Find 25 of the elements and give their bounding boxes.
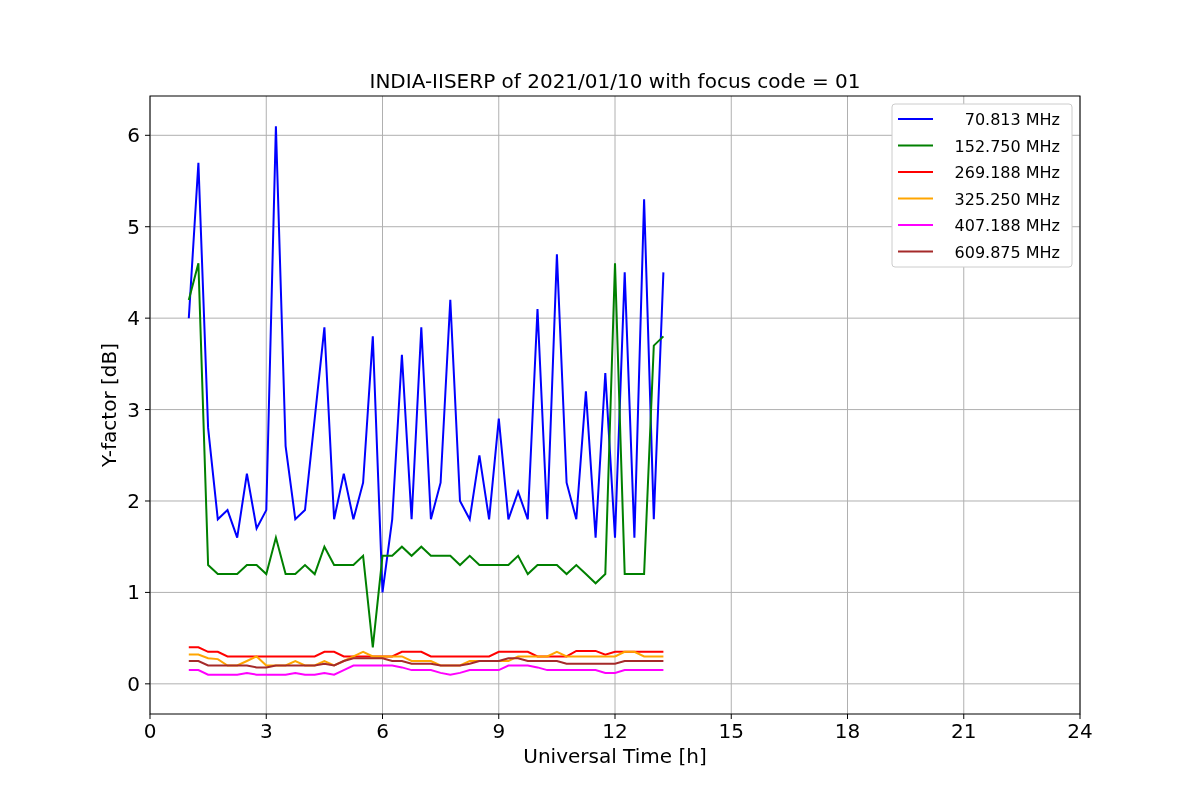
y-tick-label: 2 [127,489,140,513]
y-tick-label: 5 [127,214,140,239]
y-tick-label: 4 [127,306,140,331]
y-tick-label: 3 [127,397,140,422]
chart-title: INDIA-IISERP of 2021/01/10 with focus code = 01 [369,69,861,93]
y-tick-label: 6 [127,123,140,148]
y-tick-label: 0 [127,671,140,696]
legend-label: 407.188 MHz [954,216,1060,235]
legend-label: 269.188 MHz [954,163,1060,182]
x-tick-label: 9 [492,719,506,743]
legend-label: 152.750 MHz [954,136,1060,156]
x-tick-label: 21 [951,719,977,743]
legend-label: 325.250 MHz [954,189,1060,209]
x-tick-label: 24 [1067,719,1093,743]
legend-label: 70.813 MHz [964,110,1060,129]
x-tick-label: 6 [376,719,389,743]
y-tick-label: 1 [127,580,140,605]
legend-label: 609.875 MHz [954,242,1060,262]
x-tick-label: 0 [143,719,157,743]
x-axis-label: Universal Time [h] [523,744,707,768]
x-tick-label: 18 [834,719,861,743]
x-tick-label: 12 [602,719,628,743]
y-axis-label: Y-factor [dB] [97,343,121,467]
x-tick-label: 15 [718,719,744,743]
x-tick-label: 3 [259,719,273,743]
